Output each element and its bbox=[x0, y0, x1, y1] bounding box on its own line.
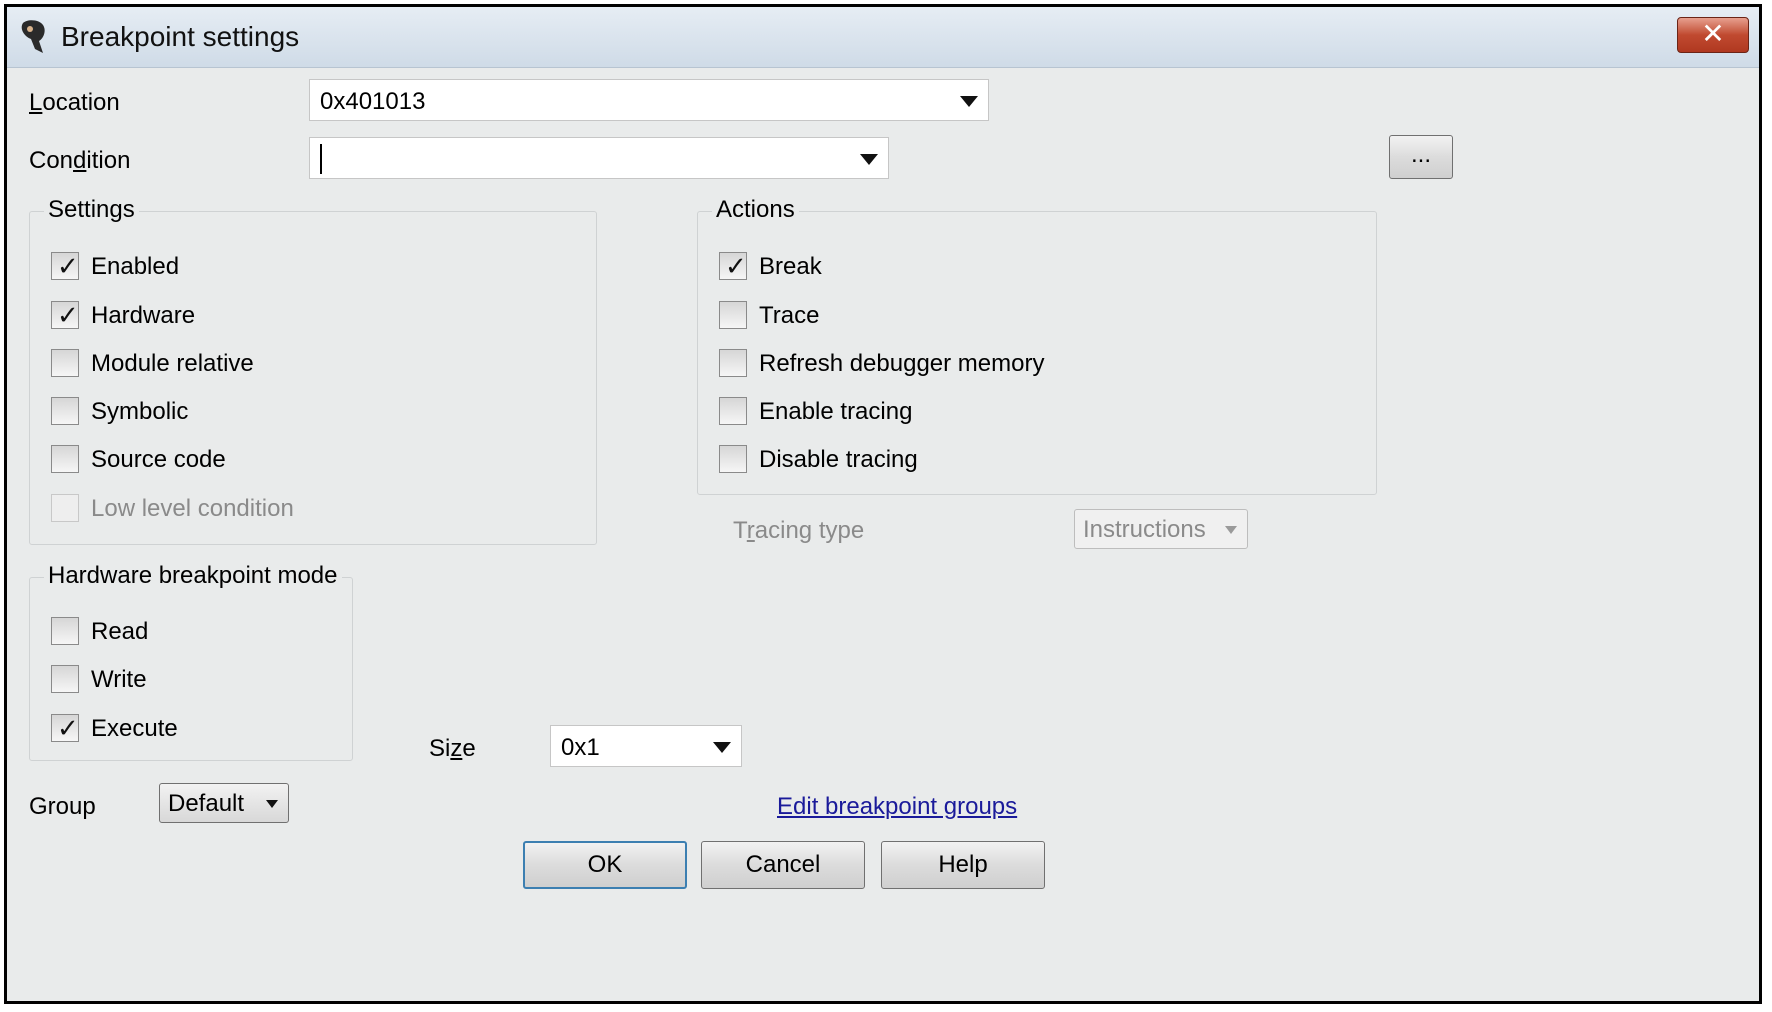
close-button[interactable]: ✕ bbox=[1677, 17, 1749, 53]
hardware-breakpoint-mode-title: Hardware breakpoint mode bbox=[44, 562, 342, 590]
low-level-condition-checkbox-label: Low level condition bbox=[91, 495, 294, 522]
checkmark-icon: ✓ bbox=[57, 300, 79, 330]
cancel-button-label: Cancel bbox=[745, 851, 821, 878]
window-title: Breakpoint settings bbox=[61, 21, 300, 52]
tracing-type-label-post: acing type bbox=[754, 517, 865, 544]
group-dropdown[interactable]: Default bbox=[159, 783, 289, 823]
text-caret bbox=[320, 144, 322, 174]
trace-checkbox-label[interactable]: Trace bbox=[759, 302, 819, 330]
ellipsis-icon: ... bbox=[1410, 141, 1431, 168]
tracing-type-label-accel: r bbox=[746, 517, 755, 544]
app-logo-icon bbox=[21, 20, 45, 53]
help-button[interactable]: Help bbox=[881, 841, 1045, 889]
enable-tracing-checkbox-label[interactable]: Enable tracing bbox=[759, 398, 912, 426]
checkmark-icon: ✓ bbox=[57, 713, 79, 743]
chevron-down-icon bbox=[1225, 526, 1237, 534]
help-button-label: Help bbox=[938, 851, 988, 878]
size-label-pre: Si bbox=[429, 735, 451, 762]
checkbox-box[interactable] bbox=[719, 349, 747, 377]
breakpoint-settings-dialog: Breakpoint settings ✕ Location 0x401013 … bbox=[4, 4, 1762, 1004]
disable-tracing-checkbox-label[interactable]: Disable tracing bbox=[759, 446, 918, 474]
size-value: 0x1 bbox=[561, 734, 600, 761]
cancel-button[interactable]: Cancel bbox=[701, 841, 865, 889]
actions-group-title: Actions bbox=[712, 196, 799, 224]
checkbox-box[interactable] bbox=[719, 445, 747, 473]
location-value: 0x401013 bbox=[320, 88, 426, 115]
checkbox-box[interactable]: ✓ bbox=[51, 251, 79, 281]
break-checkbox-label[interactable]: Break bbox=[759, 253, 822, 281]
group-label: Group bbox=[29, 793, 96, 820]
checkbox-box[interactable] bbox=[719, 301, 747, 329]
tracing-type-label-pre: T bbox=[733, 517, 747, 544]
ok-button[interactable]: OK bbox=[523, 841, 687, 889]
hardware-checkbox-label[interactable]: Hardware bbox=[91, 302, 195, 330]
tracing-type-value: Instructions bbox=[1083, 516, 1206, 543]
checkbox-box bbox=[51, 494, 79, 522]
condition-label-pre: Con bbox=[29, 147, 74, 174]
size-label: Size bbox=[429, 735, 476, 763]
tracing-type-label: Tracing type bbox=[733, 517, 864, 545]
location-label-accel: L bbox=[29, 89, 43, 116]
size-label-accel: z bbox=[450, 735, 463, 762]
checkmark-icon: ✓ bbox=[57, 251, 79, 281]
condition-browse-button[interactable]: ... bbox=[1389, 135, 1453, 179]
condition-combo[interactable] bbox=[309, 137, 889, 179]
read-checkbox-label[interactable]: Read bbox=[91, 618, 148, 646]
checkbox-box[interactable] bbox=[51, 617, 79, 645]
symbolic-checkbox-label[interactable]: Symbolic bbox=[91, 398, 188, 426]
location-label: Location bbox=[29, 89, 120, 117]
execute-checkbox-label[interactable]: Execute bbox=[91, 715, 178, 743]
condition-label: Condition bbox=[29, 147, 130, 175]
chevron-down-icon[interactable] bbox=[266, 800, 278, 808]
module-relative-checkbox-label[interactable]: Module relative bbox=[91, 350, 254, 378]
condition-label-post: ition bbox=[86, 147, 131, 174]
refresh-debugger-memory-checkbox-label[interactable]: Refresh debugger memory bbox=[759, 350, 1044, 378]
location-label-post: ocation bbox=[42, 89, 120, 116]
settings-group-title: Settings bbox=[44, 196, 139, 224]
checkbox-box[interactable] bbox=[51, 397, 79, 425]
location-combo[interactable]: 0x401013 bbox=[309, 79, 989, 121]
condition-label-accel: d bbox=[73, 147, 87, 174]
close-icon: ✕ bbox=[1701, 18, 1725, 49]
checkbox-box[interactable] bbox=[719, 397, 747, 425]
chevron-down-icon[interactable] bbox=[713, 742, 731, 753]
tracing-type-dropdown: Instructions bbox=[1074, 509, 1248, 549]
ok-button-label: OK bbox=[587, 851, 623, 878]
checkbox-box[interactable]: ✓ bbox=[51, 300, 79, 330]
write-checkbox-label[interactable]: Write bbox=[91, 666, 147, 694]
source-code-checkbox-label[interactable]: Source code bbox=[91, 446, 226, 474]
checkbox-box[interactable]: ✓ bbox=[719, 251, 747, 281]
title-bar[interactable]: Breakpoint settings ✕ bbox=[7, 7, 1759, 68]
edit-breakpoint-groups-link[interactable]: Edit breakpoint groups bbox=[777, 793, 1017, 821]
checkbox-box[interactable] bbox=[51, 665, 79, 693]
enabled-checkbox-label[interactable]: Enabled bbox=[91, 253, 179, 281]
chevron-down-icon[interactable] bbox=[860, 154, 878, 165]
checkbox-box[interactable] bbox=[51, 349, 79, 377]
checkbox-box[interactable]: ✓ bbox=[51, 713, 79, 743]
group-value: Default bbox=[168, 790, 245, 817]
chevron-down-icon[interactable] bbox=[960, 96, 978, 107]
checkbox-box[interactable] bbox=[51, 445, 79, 473]
size-label-post: e bbox=[462, 735, 476, 762]
size-combo[interactable]: 0x1 bbox=[550, 725, 742, 767]
checkmark-icon: ✓ bbox=[725, 251, 747, 281]
